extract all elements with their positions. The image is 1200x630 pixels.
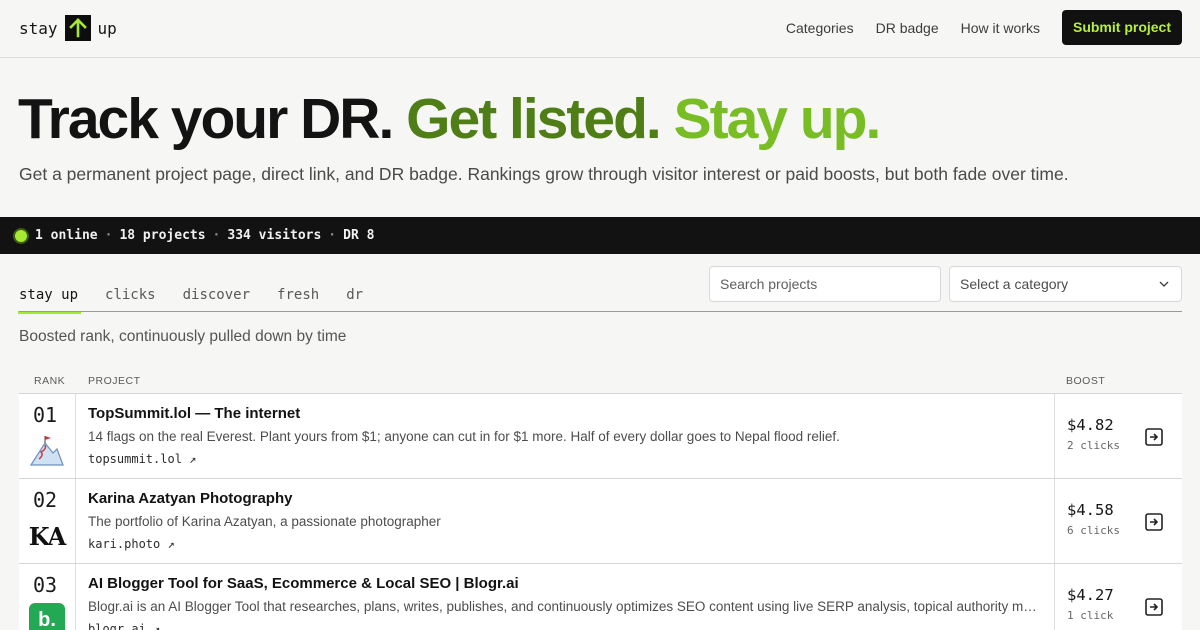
ranking-tabs: stay up clicks discover fresh dr [17,287,390,314]
boost-amount: $4.58 [1067,501,1114,519]
table-row[interactable]: 01 TopSummit.lol — The internet 14 flags… [19,393,1182,478]
click-count: 1 click [1067,609,1114,622]
project-logo: KA [27,519,67,553]
open-project-icon[interactable] [1144,427,1164,447]
rank-number: 01 [33,403,58,427]
category-select-value: Select a category [960,276,1069,292]
mountain-flag-icon [27,434,67,468]
nav-dr-badge[interactable]: DR badge [876,20,939,36]
project-title[interactable]: AI Blogger Tool for SaaS, Ecommerce & Lo… [88,575,519,592]
stat-projects: 18 projects [119,228,206,243]
submit-project-button[interactable]: Submit project [1061,10,1182,45]
rank-cell: 01 [19,394,76,478]
stat-separator: · [212,228,221,243]
click-count: 2 clicks [1067,439,1120,452]
boost-cell: $4.58 6 clicks [1054,479,1182,563]
rank-number: 03 [33,573,58,597]
boost-amount: $4.27 [1067,586,1114,604]
project-description: 14 flags on the real Everest. Plant your… [88,429,840,444]
rank-cell: 02 KA [19,479,76,563]
hero-title-part3: Stay up. [673,87,882,151]
stats-bar: 1 online · 18 projects · 334 visitors · … [0,217,1200,254]
tab-divider [19,311,1182,312]
boost-cell: $4.82 2 clicks [1054,394,1182,478]
stat-separator: · [104,228,113,243]
stat-separator: · [328,228,337,243]
boost-cell: $4.27 1 click [1054,564,1182,630]
header-project: PROJECT [88,375,141,387]
tab-description: Boosted rank, continuously pulled down b… [19,328,347,345]
tab-clicks[interactable]: clicks [105,287,156,311]
logo-text: KA [28,521,67,551]
tab-fresh[interactable]: fresh [277,287,319,311]
logo-text-left: stay [19,18,58,38]
tab-stay-up[interactable]: stay up [17,287,82,314]
project-link[interactable]: topsummit.lol ↗ [88,452,196,466]
chevron-down-icon [1159,281,1169,287]
rank-cell: 03 b. [19,564,76,630]
online-status-icon [15,229,27,242]
logo-text-right: up [97,18,117,38]
header-boost: BOOST [1066,375,1106,387]
logo[interactable]: stay up [19,15,117,41]
table-header: RANK PROJECT BOOST [19,370,1182,392]
table-row[interactable]: 02 KA Karina Azatyan Photography The por… [19,478,1182,563]
nav-how-it-works[interactable]: How it works [961,20,1040,36]
project-link[interactable]: kari.photo ↗ [88,537,175,551]
search-input[interactable] [709,266,941,302]
arrow-up-icon [64,15,91,41]
nav-categories[interactable]: Categories [786,20,854,36]
nav-links: Categories DR badge How it works Submit … [786,10,1182,45]
stat-online: 1 online [35,228,98,243]
category-select[interactable]: Select a category [949,266,1182,302]
open-project-icon[interactable] [1144,512,1164,532]
hero-title-part1: Track your DR. [18,87,394,151]
hero-subtitle: Get a permanent project page, direct lin… [19,164,1069,184]
project-logo: b. [27,603,67,630]
tab-discover[interactable]: discover [183,287,250,311]
project-link[interactable]: blogr.ai ↗ [88,622,160,630]
open-project-icon[interactable] [1144,597,1164,617]
tab-dr[interactable]: dr [346,287,363,311]
project-title[interactable]: Karina Azatyan Photography [88,490,292,507]
project-description: Blogr.ai is an AI Blogger Tool that rese… [88,599,1044,614]
project-description: The portfolio of Karina Azatyan, a passi… [88,514,441,529]
header-rank: RANK [34,375,66,387]
logo-text: b. [29,603,65,630]
hero-title-part2: Get listed. [406,87,662,151]
top-navigation: stay up Categories DR badge How it works… [0,0,1200,58]
hero-title: Track your DR. Get listed. Stay up. [18,86,882,152]
project-title[interactable]: TopSummit.lol — The internet [88,405,300,422]
boost-amount: $4.82 [1067,416,1114,434]
stat-dr: DR 8 [343,228,375,243]
click-count: 6 clicks [1067,524,1120,537]
stat-visitors: 334 visitors [227,228,322,243]
rank-number: 02 [33,488,58,512]
table-row[interactable]: 03 b. AI Blogger Tool for SaaS, Ecommerc… [19,563,1182,630]
